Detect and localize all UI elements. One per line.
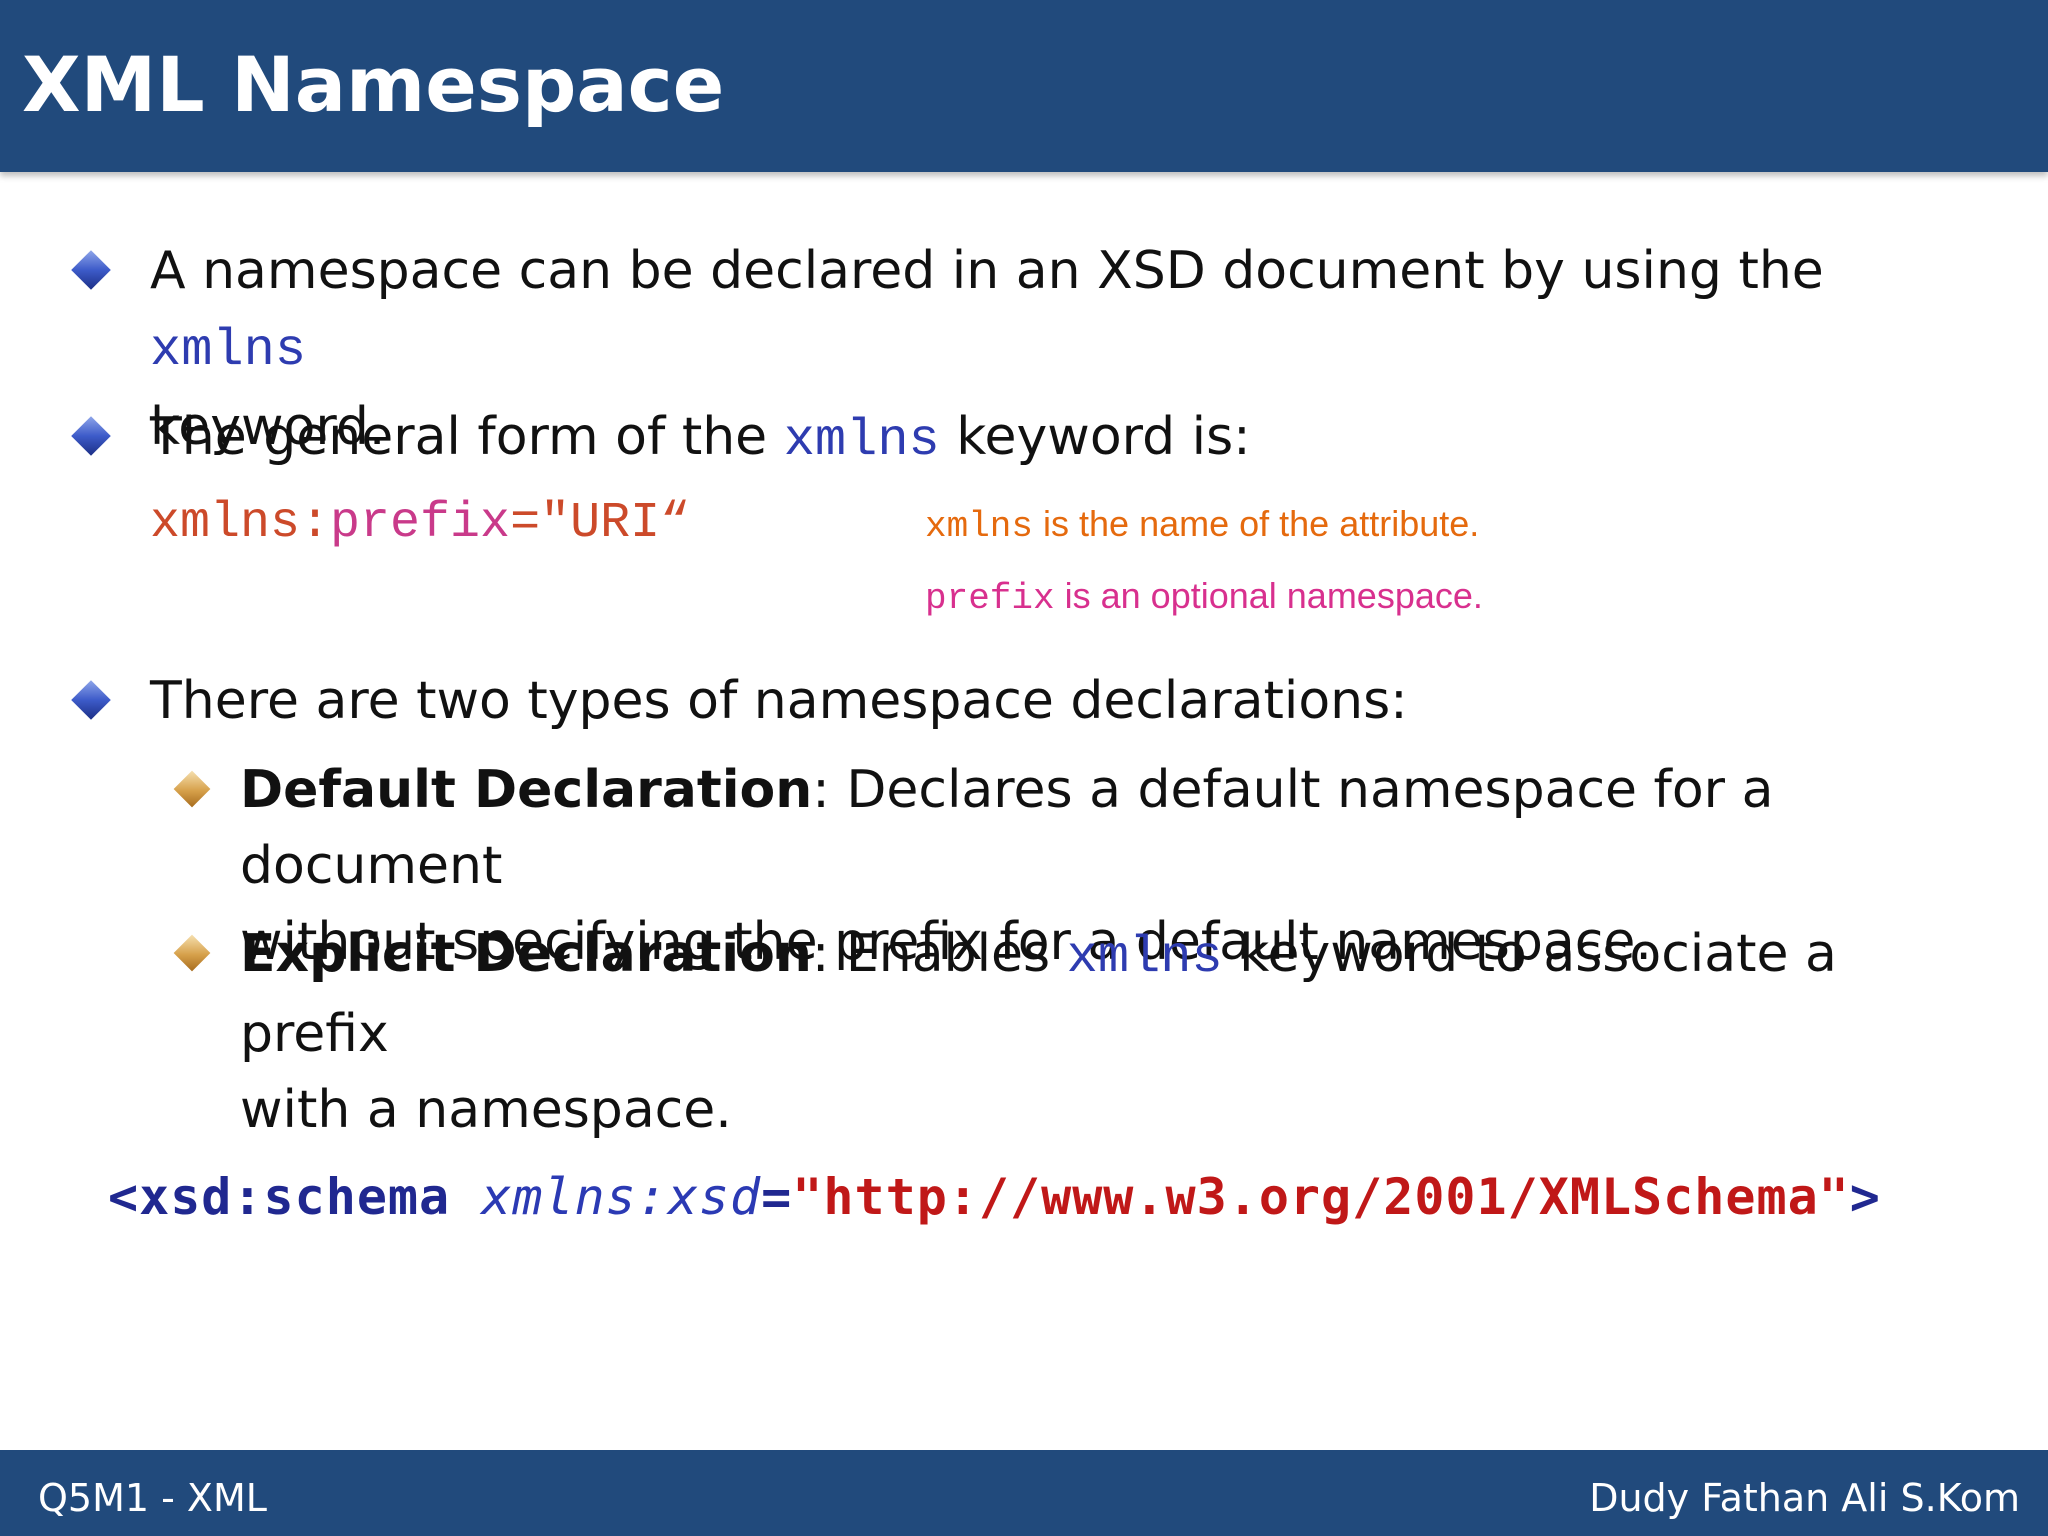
default-declaration-label: Default Declaration (240, 760, 813, 820)
slide-title: XML Namespace (22, 40, 725, 129)
bullet-diamond-icon (71, 250, 111, 290)
bullet-1-text: A namespace can be declared in an XSD do… (150, 241, 1824, 301)
note-prefix: prefix is an optional namespace. (925, 575, 1483, 619)
bullet-diamond-icon (71, 680, 111, 720)
xmlns-keyword: xmlns (783, 411, 940, 470)
note-xmlns-code: xmlns (925, 506, 1034, 547)
note-xmlns-text: is the name of the attribute. (1033, 503, 1480, 544)
code-open-tag: <xsd:schema (108, 1168, 482, 1226)
slide-header: XML Namespace (0, 0, 2048, 172)
sub-bullet-explicit: Explicit Declaration: Enables xmlns keyw… (240, 916, 1960, 1148)
syntax-prefix: prefix (330, 495, 511, 552)
explicit-declaration-label: Explicit Declaration (240, 924, 812, 984)
xmlns-keyword: xmlns (1066, 928, 1223, 987)
footer-author: Dudy Fathan Ali S.Kom (1589, 1476, 2020, 1520)
code-value: "http://www.w3.org/2001/XMLSchema" (792, 1168, 1850, 1226)
sub-bullet-diamond-icon (173, 770, 211, 808)
explicit-declaration-text: : Enables (811, 924, 1067, 984)
slide-footer: Q5M1 - XML Dudy Fathan Ali S.Kom (0, 1450, 2048, 1536)
syntax-uri: ="URI“ (510, 495, 691, 552)
bullet-2-text-cont: keyword is: (939, 407, 1251, 467)
note-xmlns: xmlns is the name of the attribute. (925, 503, 1479, 547)
xsd-schema-code-example: <xsd:schema xmlns:xsd="http://www.w3.org… (108, 1168, 1881, 1226)
bullet-2: The general form of the xmlns keyword is… (150, 399, 1950, 479)
note-prefix-text: is an optional namespace. (1054, 575, 1483, 616)
code-close: > (1849, 1168, 1881, 1226)
xmlns-keyword: xmlns (150, 321, 307, 380)
note-prefix-code: prefix (925, 578, 1055, 619)
footer-course: Q5M1 - XML (38, 1476, 267, 1520)
bullet-2-text: The general form of the (150, 407, 784, 467)
xmlns-syntax: xmlns:prefix="URI“ (150, 495, 690, 552)
sub-bullet-diamond-icon (173, 934, 211, 972)
syntax-xmlns: xmlns: (150, 495, 331, 552)
bullet-diamond-icon (71, 416, 111, 456)
explicit-declaration-text-line2: with a namespace. (240, 1080, 732, 1140)
code-attribute: xmlns:xsd (481, 1168, 762, 1226)
bullet-3: There are two types of namespace declara… (150, 671, 1408, 731)
code-equals: = (761, 1168, 793, 1226)
